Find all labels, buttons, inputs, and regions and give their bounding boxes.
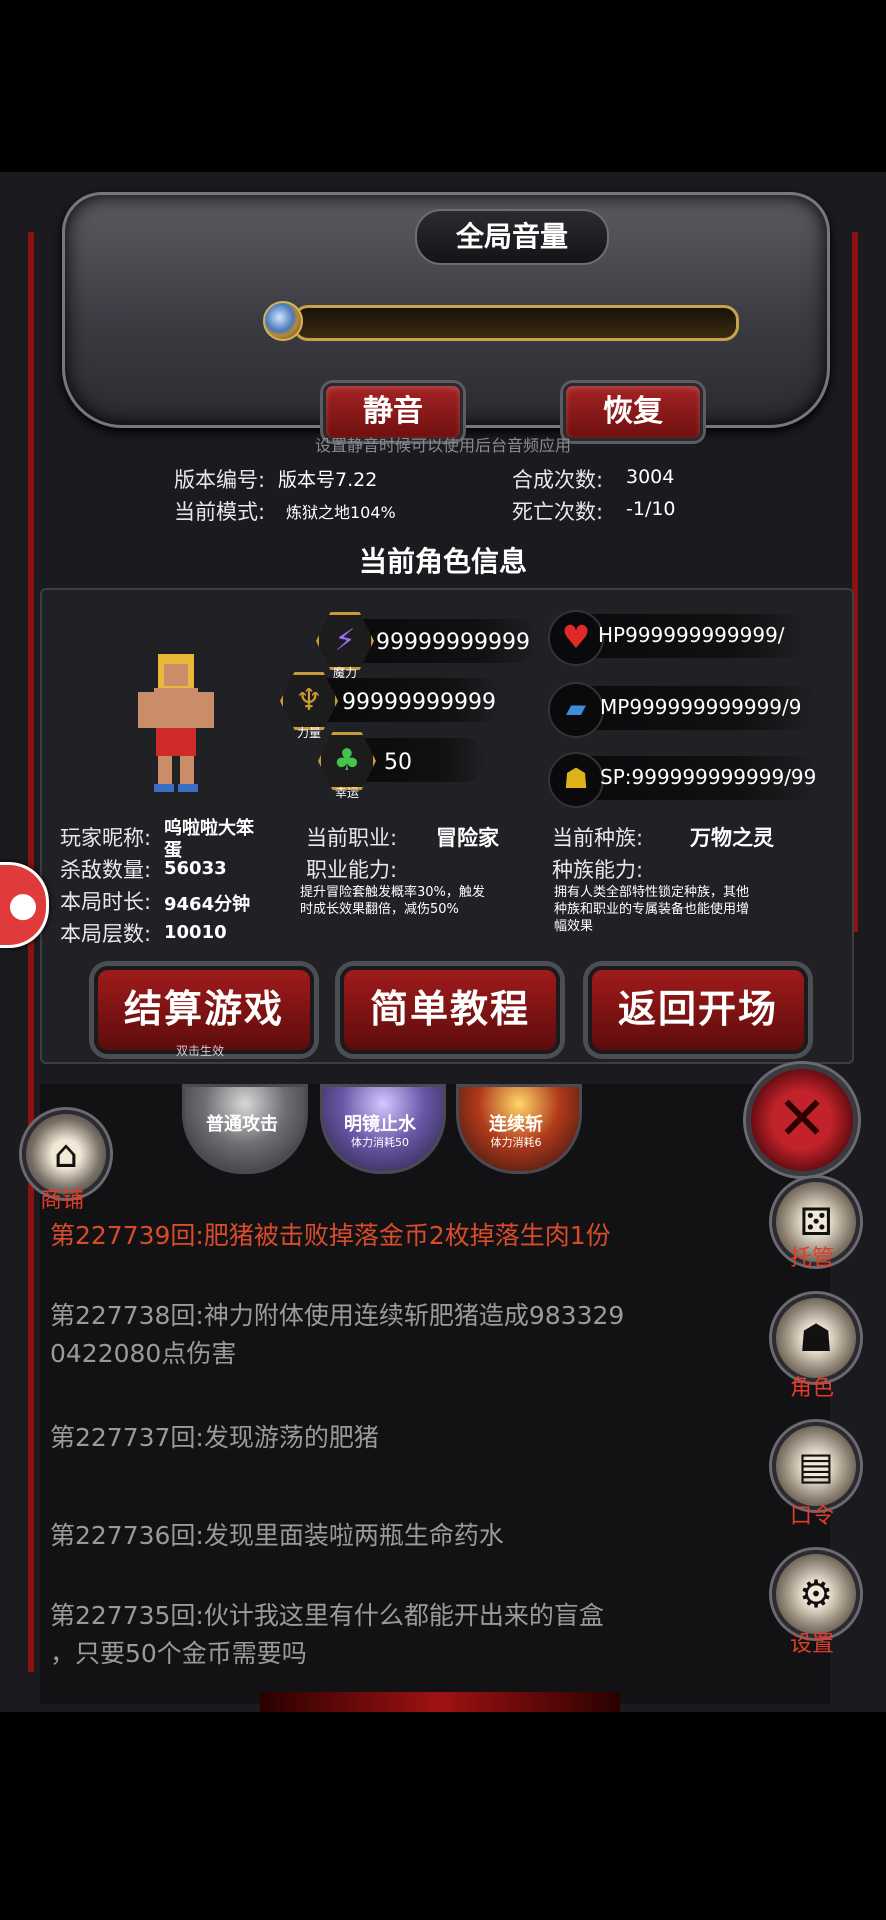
craft-label: 合成次数: [512, 468, 604, 492]
settle-game-button[interactable]: 结算游戏 [94, 966, 314, 1054]
death-value: -1/10 [626, 498, 676, 520]
return-start-button[interactable]: 返回开场 [588, 966, 808, 1054]
mode-value: 炼狱之地104% [286, 503, 396, 522]
magic-value: 99999999999 [376, 630, 530, 655]
code-label: 口令 [789, 1504, 834, 1529]
kills-value: 56033 [164, 858, 227, 879]
hooded-figure-icon: ☗ [798, 1316, 834, 1360]
log-line-1: 第227739回:肥猪被击败掉落金币2枚掉落生肉1份 [50, 1221, 611, 1250]
mp-badge: ▰ [548, 682, 604, 738]
skill-mirror-water-cost: 体力消耗50 [351, 1136, 409, 1149]
death-label: 死亡次数: [512, 500, 604, 524]
log-line-3: 第227737回:发现游荡的肥猪 [50, 1423, 379, 1452]
log-line-4: 第227736回:发现里面装啦两瓶生命药水 [50, 1521, 504, 1550]
character-sprite [138, 654, 214, 792]
hp-badge: ♥ [548, 610, 604, 666]
muscle-icon: ☗ [563, 762, 589, 795]
close-button[interactable]: ✕ [746, 1064, 858, 1176]
role-label: 角色 [789, 1376, 834, 1401]
code-button[interactable]: ▤ [772, 1422, 860, 1510]
clover-icon: ♣ [333, 743, 361, 778]
volume-slider-knob[interactable] [263, 301, 303, 341]
shop-label: 商铺 [39, 1188, 84, 1213]
game-screen: 全局音量 静音 恢复 设置静音时候可以使用后台音频应用 版本编号: 版本号7.2… [0, 172, 886, 1712]
luck-value: 50 [384, 750, 412, 775]
user-icon: ● [8, 885, 38, 925]
trident-icon: ♆ [295, 683, 323, 718]
hp-text: HP999999999999/ [598, 623, 785, 647]
dice-icon: ⚄ [799, 1200, 833, 1244]
log-line-2-cont: 0422080点伤害 [50, 1339, 237, 1368]
auto-label: 托管 [789, 1246, 834, 1271]
race-ability-line-2: 种族和职业的专属装备也能使用增 [554, 902, 750, 917]
volume-title: 全局音量 [415, 209, 609, 265]
duration-label: 本局时长: [60, 890, 152, 914]
strength-caption: 力量 [296, 726, 321, 740]
mp-text: MP999999999999/9 [600, 695, 802, 719]
shop-icon: ⌂ [53, 1132, 79, 1176]
job-ability-line-1: 提升冒险套触发概率30%，触发 [300, 885, 485, 900]
char-info-title: 当前角色信息 [358, 545, 527, 578]
race-ability-label: 种族能力: [552, 858, 644, 882]
nickname-label: 玩家昵称: [60, 826, 152, 850]
mode-label: 当前模式: [174, 500, 266, 524]
volume-panel: 全局音量 静音 恢复 [62, 192, 830, 441]
sp-badge: ☗ [548, 752, 604, 808]
lightning-icon: ⚡ [334, 623, 356, 658]
log-line-5-cont: ，只要50个金币需要吗 [50, 1639, 307, 1668]
book-icon: ▤ [798, 1444, 834, 1488]
settings-button[interactable]: ⚙ [772, 1550, 860, 1638]
log-line-5: 第227735回:伙计我这里有什么都能开出来的盲盒 [50, 1601, 604, 1630]
race-ability-line-3: 幅效果 [554, 919, 594, 934]
version-value: 版本号7.22 [278, 469, 378, 491]
job-ability-label: 职业能力: [306, 858, 398, 882]
shoe-icon: ▰ [566, 694, 586, 724]
floating-avatar-button[interactable]: ● [0, 862, 49, 948]
gear-icon: ⚙ [798, 1572, 834, 1616]
luck-caption: 幸运 [334, 786, 359, 800]
volume-hint: 设置静音时候可以使用后台音频应用 [314, 436, 571, 455]
job-label: 当前职业: [306, 826, 398, 850]
job-value: 冒险家 [436, 826, 499, 850]
volume-slider[interactable] [293, 305, 739, 341]
skill-mirror-water-label: 明镜止水 [344, 1114, 416, 1135]
sp-text: SP:999999999999/99 [600, 765, 817, 789]
close-icon: ✕ [776, 1084, 828, 1154]
kills-label: 杀敌数量: [60, 858, 152, 882]
settings-label: 设置 [789, 1632, 834, 1657]
version-label: 版本编号: [174, 468, 266, 492]
bottom-bar [260, 1692, 620, 1712]
skill-combo-slash-cost: 体力消耗6 [490, 1136, 542, 1149]
skill-combo-slash-label: 连续斩 [489, 1114, 543, 1135]
floor-label: 本局层数: [60, 922, 152, 946]
race-value: 万物之灵 [690, 826, 774, 850]
log-line-2: 第227738回:神力附体使用连续斩肥猪造成983329 [50, 1301, 625, 1330]
craft-value: 3004 [626, 466, 675, 488]
job-ability-line-2: 时成长效果翻倍，减伤50% [300, 902, 459, 917]
settle-game-hint: 双击生效 [175, 1044, 224, 1058]
strength-value: 99999999999 [342, 690, 496, 715]
race-ability-line-1: 拥有人类全部特性锁定种族，其他 [554, 885, 750, 900]
floor-value: 10010 [164, 922, 227, 943]
race-label: 当前种族: [552, 826, 644, 850]
duration-value: 9464分钟 [164, 894, 251, 915]
role-button[interactable]: ☗ [772, 1294, 860, 1382]
skill-normal-attack-label: 普通攻击 [206, 1114, 278, 1135]
heart-icon: ♥ [561, 618, 591, 656]
tutorial-button[interactable]: 简单教程 [340, 966, 560, 1054]
